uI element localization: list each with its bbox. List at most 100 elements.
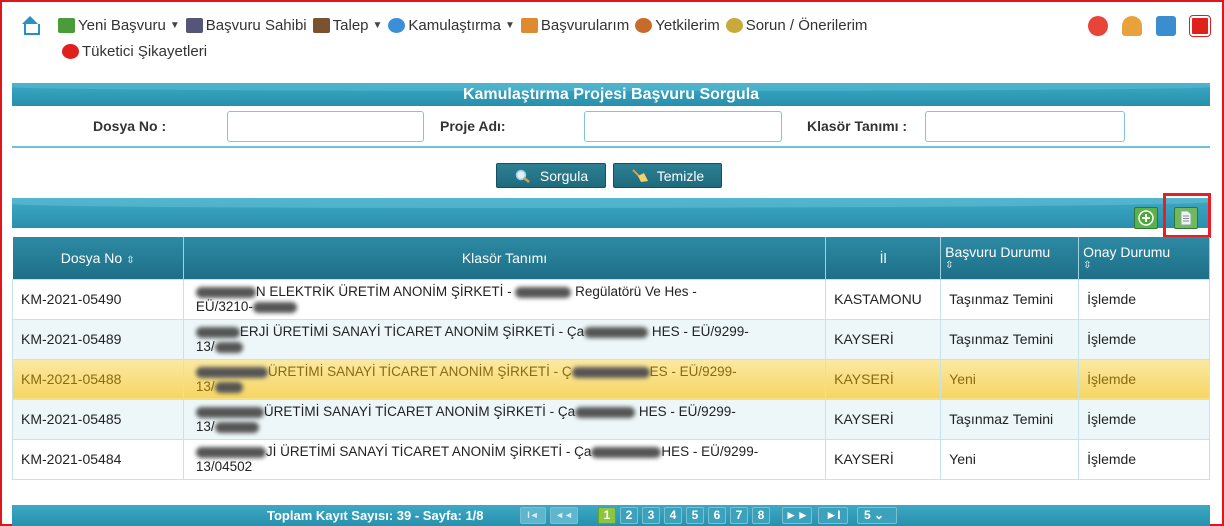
header-label: Klasör Tanımı [461,249,548,266]
redaction [195,446,266,458]
klasor-text: 13/ [195,419,215,434]
klasor-text: ERJİ ÜRETİMİ SANAYİ TİCARET ANONİM ŞİRKE… [239,324,585,339]
proje-adi-label: Proje Adı: [440,118,506,134]
cell-il: KAYSERİ [825,398,942,440]
column-header-klasor: Klasör Tanımı [183,237,827,279]
redaction [515,286,572,298]
cell-klasor: ERJİ ÜRETİMİ SANAYİ TİCARET ANONİM ŞİRKE… [182,318,827,360]
klasor-text: HES - EÜ/9299- [661,444,759,459]
results-table: Dosya No ⇳ Klasör Tanımı İl Başvuru Durum… [12,237,1210,480]
new-application-icon [58,17,75,33]
add-button[interactable] [1134,207,1158,229]
nav-item-yetkilerim[interactable]: Yetkilerim [635,17,720,34]
first-page-button[interactable]: I◄ [520,507,546,524]
nav-item-yeni-basvuru[interactable]: Yeni Başvuru ▼ [58,17,180,34]
prev-page-button[interactable]: ◄◄ [550,507,578,524]
nav-label: Başvurularım [540,16,630,34]
chevron-down-icon: ▼ [372,19,383,31]
nav-row-2: Tüketici Şikayetleri [20,38,1210,64]
header-label: Onay Durumu [1083,244,1171,261]
sorgula-button[interactable]: Sorgula [496,163,606,188]
redaction [214,421,259,433]
column-header-basvuru-durumu[interactable]: Başvuru Durumu ⇳ [940,237,1080,279]
power-logout-icon[interactable] [1189,15,1211,37]
cell-dosya-no: KM-2021-05489 [12,318,184,360]
klasor-text: HES - EÜ/9299- [638,404,736,419]
applicant-icon [185,17,203,33]
consumer-complaint-icon [62,43,79,59]
page-button-1[interactable]: 1 [598,507,616,524]
nav-label: Talep [332,16,369,34]
chevron-down-icon: ▼ [169,19,180,31]
page-button-4[interactable]: 4 [664,507,682,524]
table-row[interactable]: KM-2021-05490 N ELEKTRİK ÜRETİM ANONİM Ş… [12,278,1210,320]
last-page-button[interactable]: ►I [818,507,848,524]
notification-icon[interactable] [1088,16,1108,36]
nav-label: Sorun / Önerilerim [745,16,868,34]
feedback-icon [725,17,743,33]
table-row[interactable]: KM-2021-05489 ERJİ ÜRETİMİ SANAYİ TİCARE… [12,318,1210,360]
page-button-6[interactable]: 6 [708,507,726,524]
help-book-icon[interactable] [1156,16,1176,36]
next-page-button[interactable]: ►► [782,507,812,524]
chevron-down-icon: ▼ [504,19,515,31]
cell-basvuru-durumu: Taşınmaz Temini [940,398,1080,440]
dosya-no-input[interactable] [227,111,424,142]
cell-onay-durumu: İşlemde [1078,278,1210,320]
nav-item-basvuru-sahibi[interactable]: Başvuru Sahibi [185,16,307,34]
proje-adi-input[interactable] [584,111,782,142]
table-header-row: Dosya No ⇳ Klasör Tanımı İl Başvuru Durum… [12,237,1210,279]
nav-item-tuketici-sikayetleri[interactable]: Tüketici Şikayetleri [62,43,207,60]
redaction [575,406,636,418]
klasor-text: ÜRETİMİ SANAYİ TİCARET ANONİM ŞİRKETİ - … [263,404,576,419]
page-size-select[interactable]: 5 ⌄ [857,507,897,524]
page-button-5[interactable]: 5 [686,507,704,524]
klasor-text: N ELEKTRİK ÜRETİM ANONİM ŞİRKETİ - [255,284,512,299]
chevron-down-icon: ⌄ [874,508,885,522]
cell-klasor: ÜRETİMİ SANAYİ TİCARET ANONİM ŞİRKETİ - … [182,398,827,440]
nav-item-talep[interactable]: Talep ▼ [312,16,383,34]
page-button-3[interactable]: 3 [642,507,660,524]
nav-item-kamulastirma[interactable]: Kamulaştırma ▼ [388,16,515,34]
klasor-text: ÜRETİMİ SANAYİ TİCARET ANONİM ŞİRKETİ - … [267,364,572,379]
table-row[interactable]: KM-2021-05484 Jİ ÜRETİMİ SANAYİ TİCARET … [12,438,1210,480]
header-right-icons [1088,15,1211,37]
page-button-2[interactable]: 2 [620,507,638,524]
column-header-dosya-no[interactable]: Dosya No ⇳ [12,237,184,279]
cell-klasor: ÜRETİMİ SANAYİ TİCARET ANONİM ŞİRKETİ - … [182,358,827,400]
home-icon[interactable] [20,16,40,35]
nav-item-basvurularim[interactable]: Başvurularım [520,16,630,34]
nav-item-sorun-onerilerim[interactable]: Sorun / Önerilerim [725,16,868,34]
header-label: Başvuru Durumu [945,244,1051,261]
table-row-selected[interactable]: KM-2021-05488 ÜRETİMİ SANAYİ TİCARET ANO… [12,358,1210,400]
page-button-7[interactable]: 7 [730,507,748,524]
cell-dosya-no: KM-2021-05490 [12,278,184,320]
search-form: Dosya No : Proje Adı: Klasör Tanımı : [12,108,1210,148]
klasor-tanimi-input[interactable] [925,111,1125,142]
cell-onay-durumu: İşlemde [1078,358,1210,400]
pagination-bar: Toplam Kayıt Sayısı: 39 - Sayfa: 1/8 I◄ … [12,505,1210,526]
klasor-text: EÜ/3210- [195,299,253,314]
table-row[interactable]: KM-2021-05485 ÜRETİMİ SANAYİ TİCARET ANO… [12,398,1210,440]
page-button-8[interactable]: 8 [752,507,770,524]
redaction [195,406,264,418]
page-title: Kamulaştırma Projesi Başvuru Sorgula [462,86,760,103]
user-profile-icon[interactable] [1122,16,1142,36]
permissions-icon [635,17,653,33]
nav-label: Kamulaştırma [408,16,501,34]
cell-il: KAYSERİ [825,358,942,400]
temizle-label: Temizle [656,167,705,184]
redaction [195,326,240,338]
redaction [571,366,650,378]
temizle-button[interactable]: Temizle [613,163,722,188]
page-title-bar: Kamulaştırma Projesi Başvuru Sorgula [12,83,1210,106]
cell-basvuru-durumu: Yeni [940,438,1080,480]
redaction [214,341,243,353]
column-header-onay-durumu[interactable]: Onay Durumu ⇳ [1078,237,1210,279]
redaction [195,366,268,378]
broom-icon [632,168,648,182]
cell-klasor: N ELEKTRİK ÜRETİM ANONİM ŞİRKETİ - Regül… [182,278,827,320]
highlight-box [1163,193,1211,238]
nav-label: Başvuru Sahibi [205,16,307,34]
nav-label: Yeni Başvuru [78,16,166,34]
